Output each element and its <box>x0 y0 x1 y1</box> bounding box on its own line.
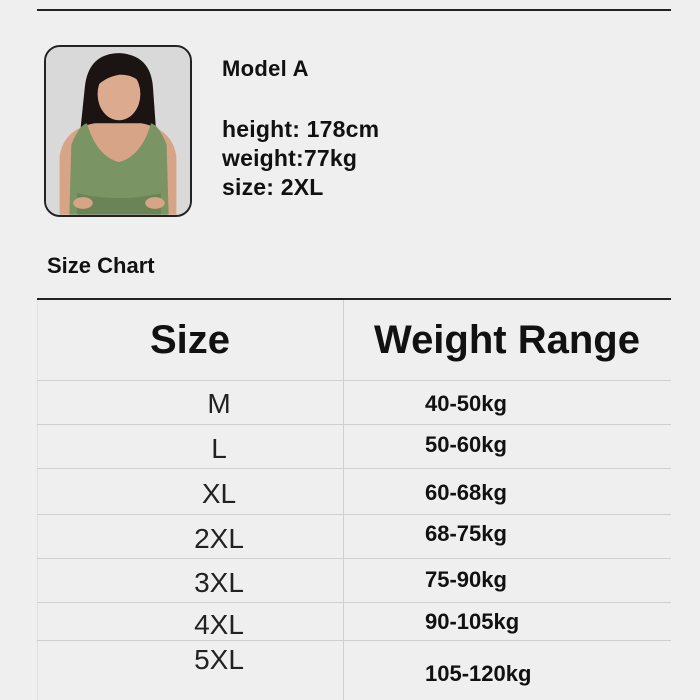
header-size: Size <box>149 318 231 362</box>
weight-cell: 90-105kg <box>425 609 520 634</box>
table-row: M 40-50kg <box>37 380 671 425</box>
model-stats: height: 178cm weight:77kg size: 2XL <box>222 115 379 202</box>
model-height: height: 178cm <box>222 116 380 142</box>
size-cell: L <box>211 433 227 464</box>
size-table: Size Weight Range M 40-50kg L 50-60kg XL… <box>37 298 671 700</box>
table-row: 4XL 90-105kg <box>37 602 671 641</box>
table-row: 3XL 75-90kg <box>37 558 671 603</box>
size-cell: XL <box>201 478 237 509</box>
weight-cell: 40-50kg <box>425 391 507 416</box>
table-row: L 50-60kg <box>37 424 671 469</box>
table-row: XL 60-68kg <box>37 468 671 515</box>
table-row: 5XL 105-120kg <box>37 640 671 700</box>
model-illustration <box>46 47 190 215</box>
top-divider <box>37 9 671 11</box>
model-name: Model A <box>222 56 309 81</box>
table-row: 2XL 68-75kg <box>37 514 671 559</box>
size-cell: 5XL <box>194 644 244 675</box>
weight-cell: 60-68kg <box>425 480 507 505</box>
weight-cell: 105-120kg <box>425 661 532 686</box>
weight-cell: 75-90kg <box>425 567 507 592</box>
model-weight: weight:77kg <box>222 145 358 171</box>
weight-cell: 50-60kg <box>425 432 507 457</box>
size-cell: 3XL <box>194 567 244 598</box>
table-header: Size Weight Range <box>37 300 671 381</box>
weight-cell: 68-75kg <box>425 521 507 546</box>
size-cell: 4XL <box>194 609 244 640</box>
size-cell: M <box>207 388 231 419</box>
size-chart-title: Size Chart <box>47 253 155 278</box>
size-cell: 2XL <box>194 523 244 554</box>
model-photo <box>44 45 192 217</box>
header-weight-range: Weight Range <box>374 318 640 362</box>
model-size: size: 2XL <box>222 174 324 200</box>
size-guide-page: Model A height: 178cm weight:77kg size: … <box>0 0 700 700</box>
